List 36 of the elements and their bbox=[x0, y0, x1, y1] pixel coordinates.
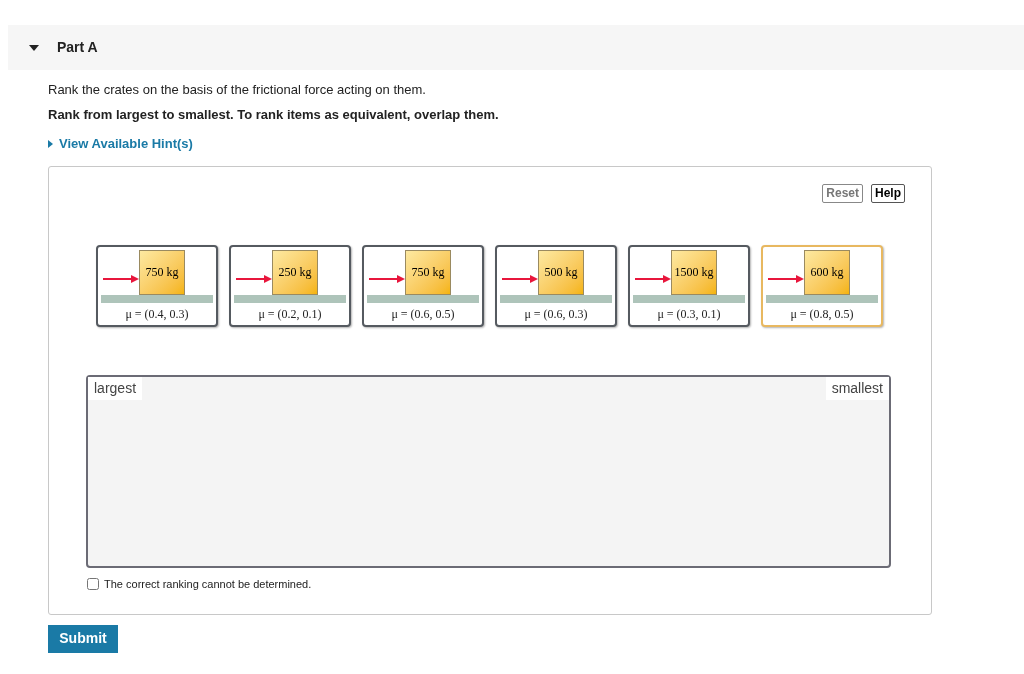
crate-tile[interactable]: 750 kg μ = (0.4, 0.3) bbox=[96, 244, 218, 327]
arrow-icon bbox=[103, 274, 139, 283]
instruction-text: Rank from largest to smallest. To rank items as equivalent, overlap them. bbox=[48, 107, 499, 123]
crate-mass: 750 kg bbox=[139, 249, 185, 295]
crate-mass: 1500 kg bbox=[671, 249, 717, 295]
crate-tile[interactable]: 600 kg μ = (0.8, 0.5) bbox=[761, 244, 883, 327]
toolbar-button[interactable]: Help bbox=[871, 183, 905, 203]
friction-coefficients: μ = (0.2, 0.1) bbox=[258, 305, 322, 323]
crate-tile[interactable]: 1500 kg μ = (0.3, 0.1) bbox=[628, 244, 750, 327]
arrow-icon bbox=[502, 274, 538, 283]
hints-toggle[interactable]: View Available Hint(s) bbox=[48, 134, 193, 154]
crate-tile[interactable]: 750 kg μ = (0.6, 0.5) bbox=[362, 244, 484, 327]
part-title: Part A bbox=[57, 38, 98, 57]
arrow-icon bbox=[635, 274, 671, 283]
smallest-label: smallest bbox=[825, 376, 889, 400]
ranking-checkbox[interactable] bbox=[87, 577, 99, 590]
friction-coefficients: μ = (0.8, 0.5) bbox=[790, 305, 854, 323]
crate-mass: 600 kg bbox=[804, 249, 850, 295]
arrow-icon bbox=[768, 274, 804, 283]
crate-tile[interactable]: 250 kg μ = (0.2, 0.1) bbox=[229, 244, 351, 327]
crate-mass: 750 kg bbox=[405, 249, 451, 295]
crate-mass: 500 kg bbox=[538, 249, 584, 295]
friction-coefficients: μ = (0.3, 0.1) bbox=[657, 305, 721, 323]
part-header[interactable]: Part A bbox=[8, 25, 1024, 70]
friction-coefficients: μ = (0.6, 0.3) bbox=[524, 305, 588, 323]
ranking-area[interactable]: largest smallest bbox=[86, 374, 891, 568]
submit-button[interactable]: Submit bbox=[48, 624, 118, 653]
crate-tile[interactable]: 500 kg μ = (0.6, 0.3) bbox=[495, 244, 617, 327]
question-text: Rank the crates on the basis of the frictional force acting on them. bbox=[48, 82, 426, 98]
largest-label: largest bbox=[88, 376, 143, 400]
friction-coefficients: μ = (0.6, 0.5) bbox=[391, 305, 455, 323]
checkbox-label: The correct ranking cannot be determined. bbox=[104, 576, 312, 592]
friction-coefficients: μ = (0.4, 0.3) bbox=[125, 305, 189, 323]
arrow-icon bbox=[236, 274, 272, 283]
arrow-icon bbox=[369, 274, 405, 283]
crate-mass: 250 kg bbox=[272, 249, 318, 295]
